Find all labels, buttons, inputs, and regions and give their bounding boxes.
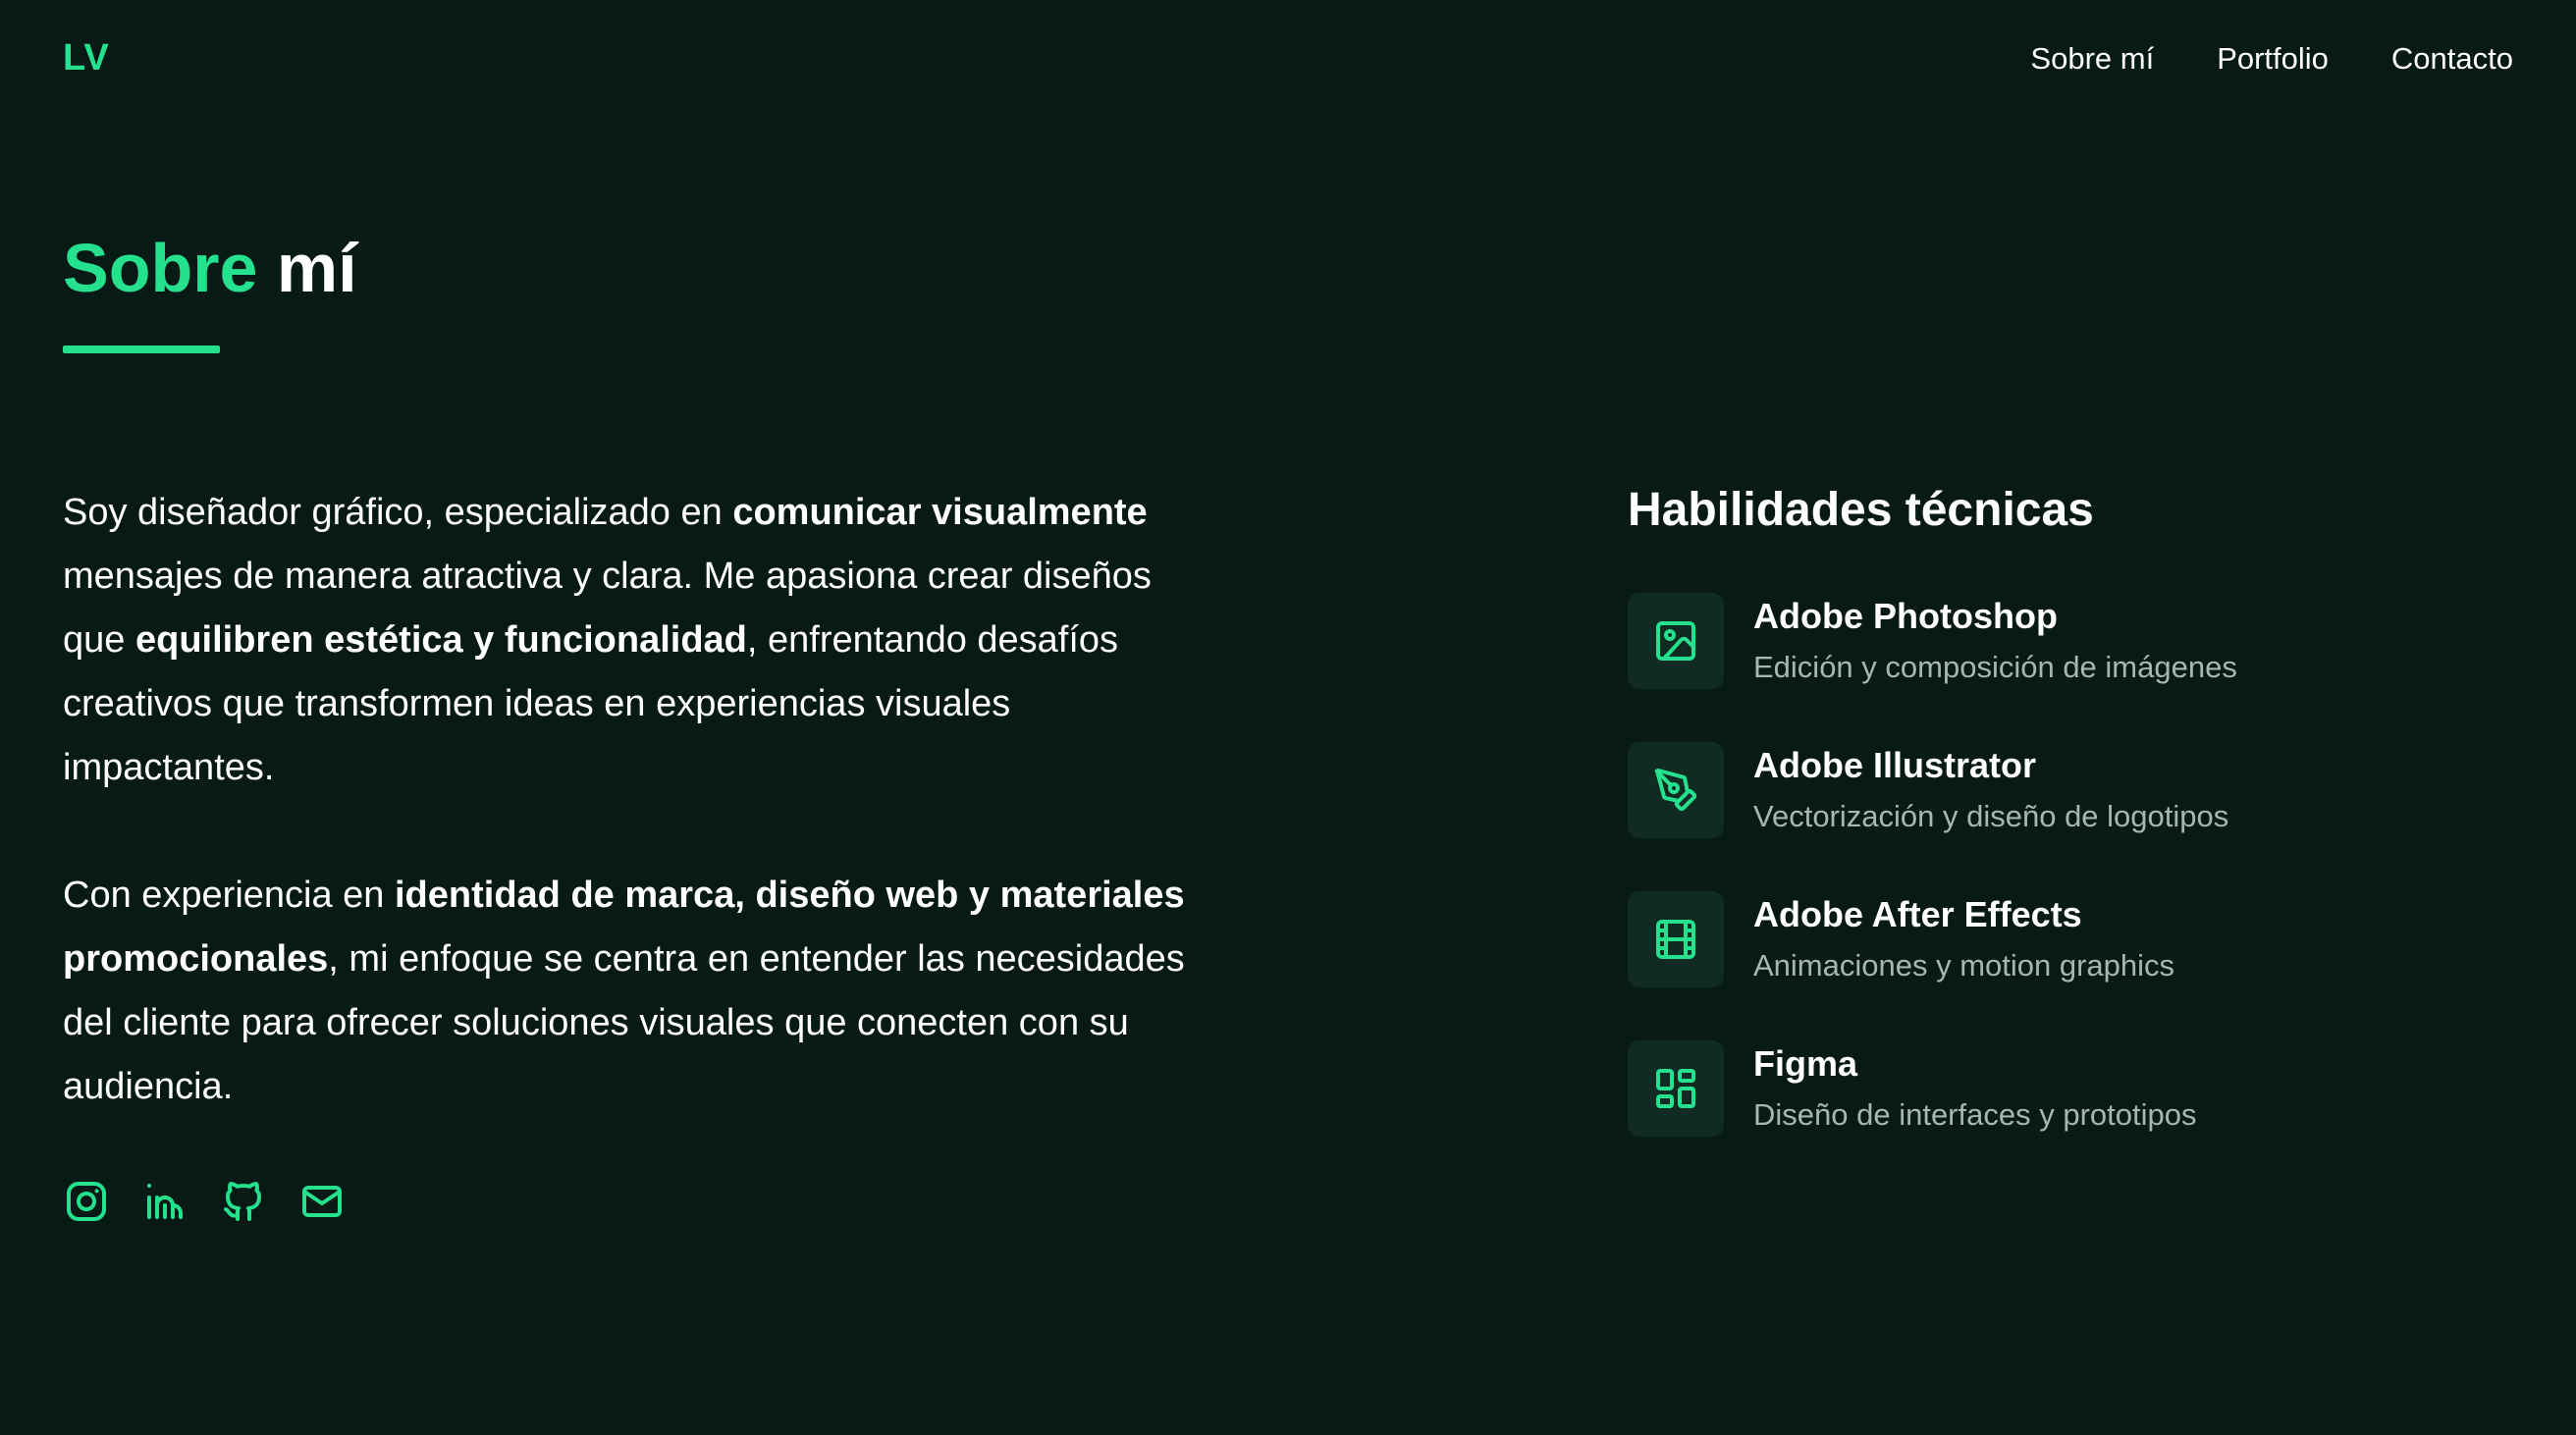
skill-name: Adobe After Effects (1753, 894, 2082, 934)
social-links (63, 1178, 346, 1225)
top-nav: Sobre mí Portfolio Contacto (2030, 41, 2513, 77)
mail-link[interactable] (298, 1178, 346, 1225)
nav-link-contacto[interactable]: Contacto (2391, 41, 2513, 77)
skill-name: Figma (1753, 1043, 1858, 1084)
bio: Soy diseñador gráfico, especializado en … (63, 481, 1202, 1183)
skills-list: Adobe Photoshop Edición y composición de… (1628, 593, 2511, 1190)
linkedin-icon (147, 1184, 183, 1219)
skill-item: Adobe Illustrator Vectorización y diseño… (1628, 742, 2511, 891)
nav-link-portfolio[interactable]: Portfolio (2217, 41, 2329, 77)
skill-icon-tile (1628, 891, 1724, 987)
skill-item: Figma Diseño de interfaces y prototipos (1628, 1040, 2511, 1190)
skill-desc: Vectorización y diseño de logotipos (1753, 799, 2229, 833)
skill-desc: Diseño de interfaces y prototipos (1753, 1097, 2197, 1132)
mail-icon (302, 1186, 342, 1217)
skill-desc: Animaciones y motion graphics (1753, 948, 2175, 983)
page-title-rest: mí (276, 230, 357, 306)
skill-item: Adobe After Effects Animaciones y motion… (1628, 891, 2511, 1040)
logo[interactable]: LV (63, 37, 110, 80)
image-icon (1656, 621, 1695, 661)
instagram-icon (67, 1182, 106, 1221)
skill-name: Adobe Photoshop (1753, 596, 2058, 636)
bio-text: Soy diseñador gráfico, especializado en (63, 492, 733, 533)
skill-icon-tile (1628, 742, 1724, 838)
github-icon (224, 1182, 261, 1221)
bio-paragraph-2: Con experiencia en identidad de marca, d… (63, 864, 1202, 1119)
linkedin-link[interactable] (141, 1178, 188, 1225)
nav-link-sobre-mi[interactable]: Sobre mí (2030, 41, 2154, 77)
skill-item: Adobe Photoshop Edición y composición de… (1628, 593, 2511, 742)
film-icon (1656, 920, 1695, 959)
skills-title: Habilidades técnicas (1628, 484, 2094, 536)
bio-text: Con experiencia en (63, 875, 395, 916)
bio-text-bold: equilibren estética y funcionalidad (134, 619, 747, 661)
about-page: LV Sobre mí Portfolio Contacto Sobre mí … (0, 0, 2576, 1435)
page-title: Sobre mí (63, 234, 357, 302)
instagram-link[interactable] (63, 1178, 110, 1225)
pen-tool-icon (1654, 769, 1697, 812)
page-title-accent: Sobre (63, 230, 258, 306)
bio-paragraph-1: Soy diseñador gráfico, especializado en … (63, 481, 1202, 800)
layout-grid-icon (1656, 1069, 1695, 1108)
github-link[interactable] (220, 1178, 267, 1225)
title-underline (63, 345, 220, 353)
skill-name: Adobe Illustrator (1753, 745, 2037, 785)
bio-text-bold: comunicar visualmente (732, 492, 1148, 533)
skill-icon-tile (1628, 1040, 1724, 1137)
skill-icon-tile (1628, 593, 1724, 689)
skill-desc: Edición y composición de imágenes (1753, 650, 2237, 684)
